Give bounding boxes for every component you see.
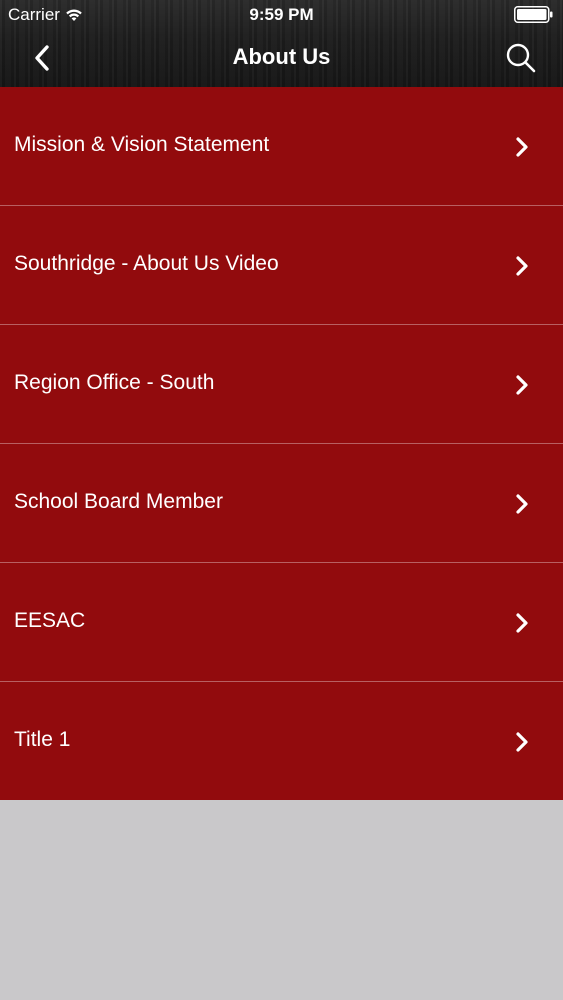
menu-item-title-1[interactable]: Title 1 [0,682,563,800]
menu-item-mission-vision-statement[interactable]: Mission & Vision Statement [0,87,563,206]
search-icon [506,43,536,73]
battery-icon [514,6,553,23]
page-title: About Us [232,44,331,69]
menu-item-region-office-south[interactable]: Region Office - South [0,325,563,444]
status-time: 9:59 PM [249,5,314,24]
menu-item-about-us-video[interactable]: Southridge - About Us Video [0,206,563,325]
menu-item-eesac[interactable]: EESAC [0,563,563,682]
menu-item-label: Southridge - About Us Video [14,252,279,275]
chevron-right-icon [516,256,528,276]
menu-item-school-board-member[interactable]: School Board Member [0,444,563,563]
menu-item-label: Title 1 [14,728,71,751]
menu-item-label: Region Office - South [14,371,215,394]
top-bar: Carrier 9:59 PM About Us [0,0,563,87]
menu-item-label: EESAC [14,609,86,632]
navigation-bar: About Us [0,30,563,87]
chevron-right-icon [516,137,528,157]
chevron-right-icon [516,494,528,514]
chevron-right-icon [516,375,528,395]
menu-item-label: School Board Member [14,490,223,513]
menu-item-label: Mission & Vision Statement [14,133,270,156]
chevron-right-icon [516,613,528,633]
chevron-right-icon [516,732,528,752]
about-us-menu: Mission & Vision Statement Southridge - … [0,87,563,800]
search-button[interactable] [501,38,541,78]
status-bar: Carrier 9:59 PM [0,0,563,30]
